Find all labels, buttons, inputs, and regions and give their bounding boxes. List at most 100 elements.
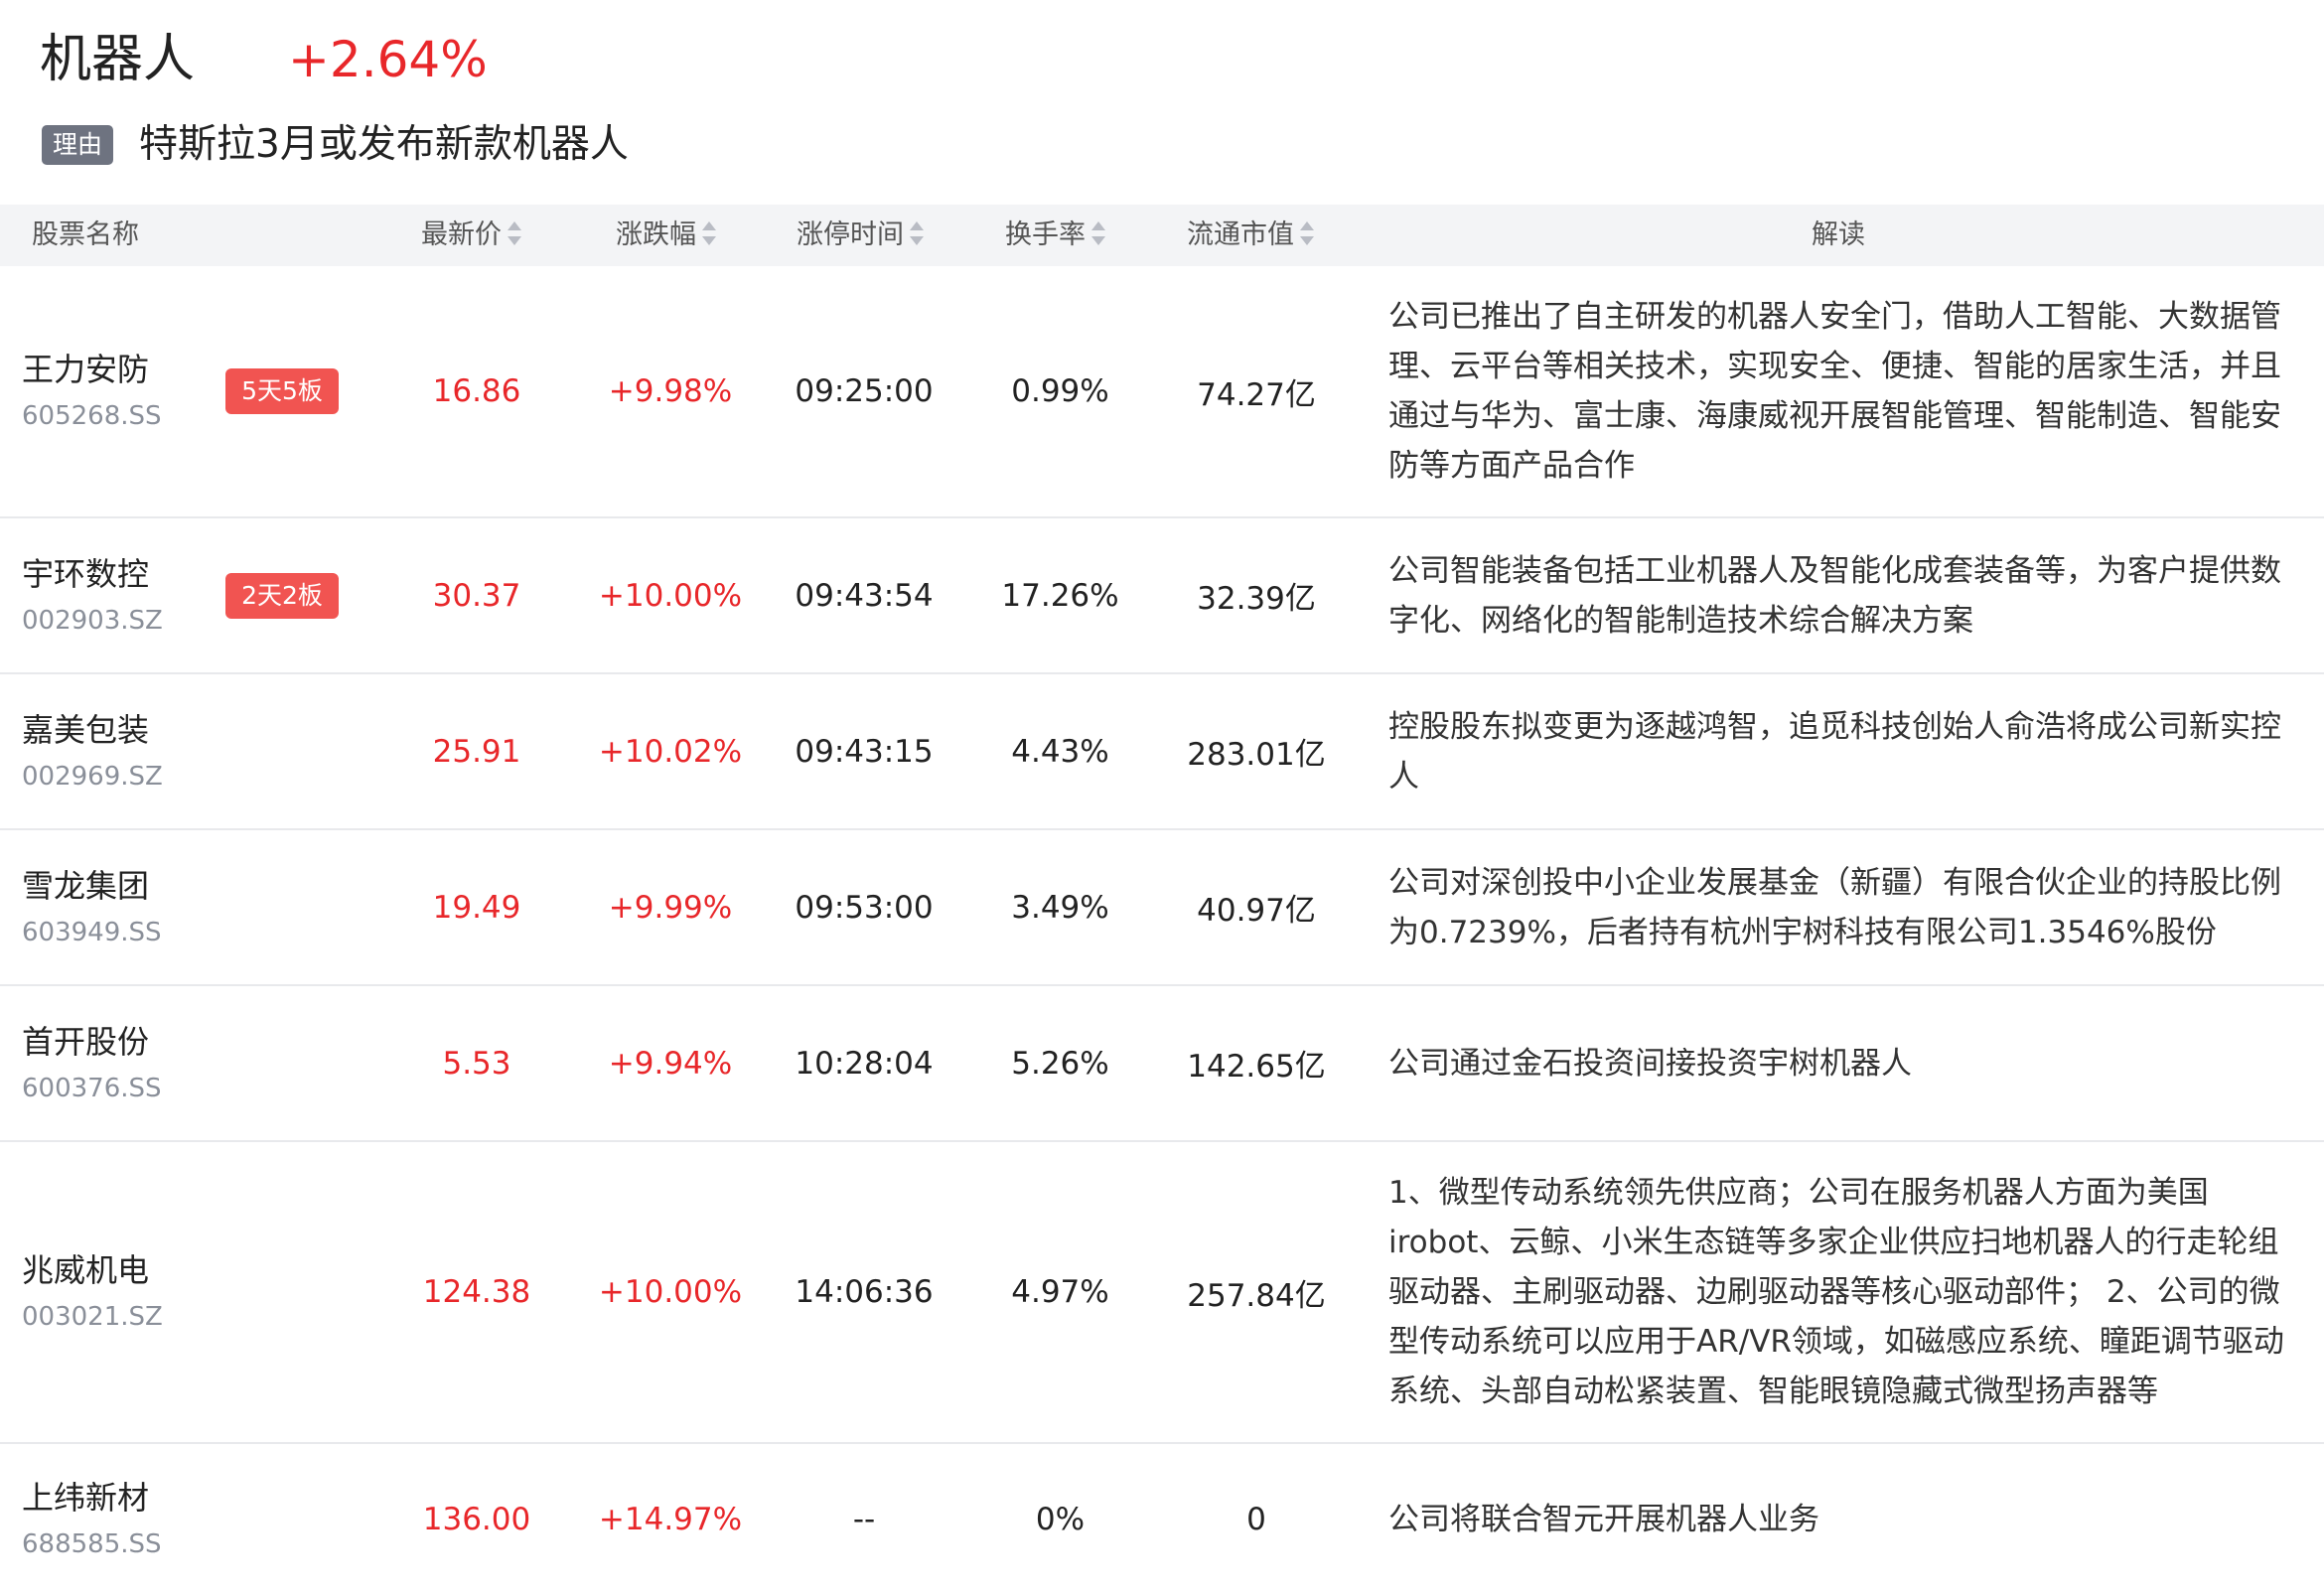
table-row[interactable]: 雪龙集团 603949.SS 19.49 +9.99% 09:53:00 3.4… bbox=[0, 830, 2324, 986]
float-market-cap: 283.01亿 bbox=[1187, 737, 1326, 773]
limit-up-badge: 5天5板 bbox=[225, 368, 339, 414]
turnover-rate: 0.99% bbox=[1011, 373, 1109, 409]
latest-price: 16.86 bbox=[432, 373, 521, 409]
interpretation-text: 控股股东拟变更为逐越鸿智，追觅科技创始人俞浩将成公司新实控人 bbox=[1388, 708, 2281, 795]
limit-up-time: 09:25:00 bbox=[795, 373, 934, 409]
table-row[interactable]: 宇环数控 002903.SZ 2天2板 30.37 +10.00% 09:43:… bbox=[0, 518, 2324, 674]
change-percent: +10.00% bbox=[598, 1274, 743, 1310]
table-row[interactable]: 上纬新材 688585.SS 136.00 +14.97% -- 0% 0 公司… bbox=[0, 1444, 2324, 1595]
float-market-cap: 257.84亿 bbox=[1187, 1277, 1326, 1314]
table-row[interactable]: 王力安防 605268.SS 5天5板 16.86 +9.98% 09:25:0… bbox=[0, 266, 2324, 518]
interpretation-text: 公司通过金石投资间接投资宇树机器人 bbox=[1388, 1045, 1912, 1082]
sector-header: 机器人 +2.64% 理由 特斯拉3月或发布新款机器人 bbox=[0, 0, 2324, 199]
column-header-price[interactable]: 最新价 bbox=[421, 205, 523, 266]
badge-cell: 5天5板 bbox=[222, 266, 342, 516]
float-market-cap: 32.39亿 bbox=[1197, 581, 1316, 617]
sort-icon[interactable] bbox=[1089, 218, 1107, 248]
stock-name-cell: 王力安防 605268.SS bbox=[22, 266, 162, 516]
column-header-interpretation: 解读 bbox=[1812, 205, 1865, 266]
change-percent: +10.02% bbox=[598, 733, 743, 770]
latest-price: 5.53 bbox=[442, 1045, 511, 1082]
stock-table-body: 王力安防 605268.SS 5天5板 16.86 +9.98% 09:25:0… bbox=[0, 266, 2324, 1595]
column-header-price-label: 最新价 bbox=[421, 219, 502, 250]
limit-up-time: 09:43:54 bbox=[795, 577, 934, 614]
table-row[interactable]: 兆威机电 003021.SZ 124.38 +10.00% 14:06:36 4… bbox=[0, 1142, 2324, 1444]
interpretation-text: 公司将联合智元开展机器人业务 bbox=[1388, 1502, 1819, 1537]
stock-name[interactable]: 上纬新材 bbox=[22, 1475, 149, 1521]
sort-icon[interactable] bbox=[700, 218, 718, 248]
reason-row: 理由 特斯拉3月或发布新款机器人 bbox=[42, 117, 629, 173]
stock-code: 603949.SS bbox=[22, 917, 162, 947]
stock-name-cell: 嘉美包装 002969.SZ bbox=[22, 674, 163, 828]
stock-name[interactable]: 兆威机电 bbox=[22, 1247, 149, 1293]
sort-icon[interactable] bbox=[908, 218, 926, 248]
change-percent: +14.97% bbox=[598, 1502, 743, 1537]
stock-name[interactable]: 王力安防 bbox=[22, 347, 149, 392]
stock-code: 003021.SZ bbox=[22, 1302, 163, 1332]
sector-name: 机器人 bbox=[40, 30, 196, 89]
float-market-cap: 40.97亿 bbox=[1197, 893, 1316, 929]
latest-price: 136.00 bbox=[422, 1502, 531, 1537]
stock-name-cell: 首开股份 600376.SS bbox=[22, 986, 162, 1140]
stock-code: 002903.SZ bbox=[22, 605, 163, 636]
column-header-change[interactable]: 涨跌幅 bbox=[616, 205, 718, 266]
turnover-rate: 17.26% bbox=[1001, 577, 1119, 614]
stock-name[interactable]: 宇环数控 bbox=[22, 551, 149, 597]
limit-up-time: 09:43:15 bbox=[795, 733, 934, 770]
stock-name[interactable]: 首开股份 bbox=[22, 1019, 149, 1065]
limit-up-badge: 2天2板 bbox=[225, 572, 339, 619]
turnover-rate: 3.49% bbox=[1011, 889, 1109, 926]
limit-up-time: -- bbox=[852, 1502, 876, 1537]
stock-name[interactable]: 嘉美包装 bbox=[22, 707, 149, 753]
stock-code: 605268.SS bbox=[22, 401, 162, 431]
column-header-change-label: 涨跌幅 bbox=[616, 219, 696, 250]
stock-name-cell: 上纬新材 688585.SS bbox=[22, 1444, 162, 1595]
change-percent: +10.00% bbox=[598, 577, 743, 614]
stock-name[interactable]: 雪龙集团 bbox=[22, 863, 149, 909]
limit-up-time: 14:06:36 bbox=[795, 1274, 934, 1310]
stock-code: 688585.SS bbox=[22, 1529, 162, 1559]
turnover-rate: 4.97% bbox=[1011, 1274, 1109, 1310]
reason-text: 特斯拉3月或发布新款机器人 bbox=[139, 122, 629, 167]
column-header-interpretation-label: 解读 bbox=[1812, 219, 1865, 250]
latest-price: 30.37 bbox=[432, 577, 521, 614]
sort-icon[interactable] bbox=[506, 218, 523, 248]
float-market-cap: 142.65亿 bbox=[1187, 1049, 1326, 1085]
change-percent: +9.94% bbox=[608, 1045, 733, 1082]
column-header-float-cap[interactable]: 流通市值 bbox=[1187, 205, 1316, 266]
float-market-cap: 0 bbox=[1246, 1502, 1266, 1537]
interpretation-text: 公司对深创投中小企业发展基金（新疆）有限合伙企业的持股比例为0.7239%，后者… bbox=[1388, 864, 2281, 950]
reason-tag: 理由 bbox=[42, 125, 114, 165]
stock-name-cell: 兆威机电 003021.SZ bbox=[22, 1142, 163, 1442]
turnover-rate: 5.26% bbox=[1011, 1045, 1109, 1082]
latest-price: 19.49 bbox=[432, 889, 521, 926]
limit-up-time: 10:28:04 bbox=[795, 1045, 934, 1082]
change-percent: +9.98% bbox=[608, 373, 733, 409]
column-header-turnover-label: 换手率 bbox=[1005, 219, 1086, 250]
table-row[interactable]: 嘉美包装 002969.SZ 25.91 +10.02% 09:43:15 4.… bbox=[0, 674, 2324, 830]
column-header-limit-time-label: 涨停时间 bbox=[797, 219, 904, 250]
stock-name-cell: 宇环数控 002903.SZ bbox=[22, 518, 163, 672]
interpretation-text: 1、微型传动系统领先供应商；公司在服务机器人方面为美国irobot、云鲸、小米生… bbox=[1388, 1175, 2284, 1409]
stock-name-cell: 雪龙集团 603949.SS bbox=[22, 830, 162, 984]
interpretation-text: 公司已推出了自主研发的机器人安全门，借助人工智能、大数据管理、云平台等相关技术，… bbox=[1388, 299, 2281, 484]
limit-up-time: 09:53:00 bbox=[795, 889, 934, 926]
table-header: 股票名称 最新价 涨跌幅 涨停时间 换手率 流通市值 解读 bbox=[0, 205, 2324, 266]
column-header-limit-time[interactable]: 涨停时间 bbox=[797, 205, 926, 266]
stock-code: 002969.SZ bbox=[22, 761, 163, 792]
column-header-name-label: 股票名称 bbox=[32, 219, 139, 250]
stock-code: 600376.SS bbox=[22, 1073, 162, 1103]
change-percent: +9.99% bbox=[608, 889, 733, 926]
column-header-turnover[interactable]: 换手率 bbox=[1005, 205, 1107, 266]
badge-cell: 2天2板 bbox=[222, 518, 342, 672]
sort-icon[interactable] bbox=[1298, 218, 1316, 248]
turnover-rate: 0% bbox=[1035, 1502, 1086, 1537]
float-market-cap: 74.27亿 bbox=[1197, 376, 1316, 413]
column-header-name: 股票名称 bbox=[32, 205, 139, 266]
interpretation-text: 公司智能装备包括工业机器人及智能化成套装备等，为客户提供数字化、网络化的智能制造… bbox=[1388, 552, 2281, 639]
latest-price: 124.38 bbox=[422, 1274, 531, 1310]
turnover-rate: 4.43% bbox=[1011, 733, 1109, 770]
column-header-float-cap-label: 流通市值 bbox=[1187, 219, 1294, 250]
table-row[interactable]: 首开股份 600376.SS 5.53 +9.94% 10:28:04 5.26… bbox=[0, 986, 2324, 1142]
latest-price: 25.91 bbox=[432, 733, 521, 770]
